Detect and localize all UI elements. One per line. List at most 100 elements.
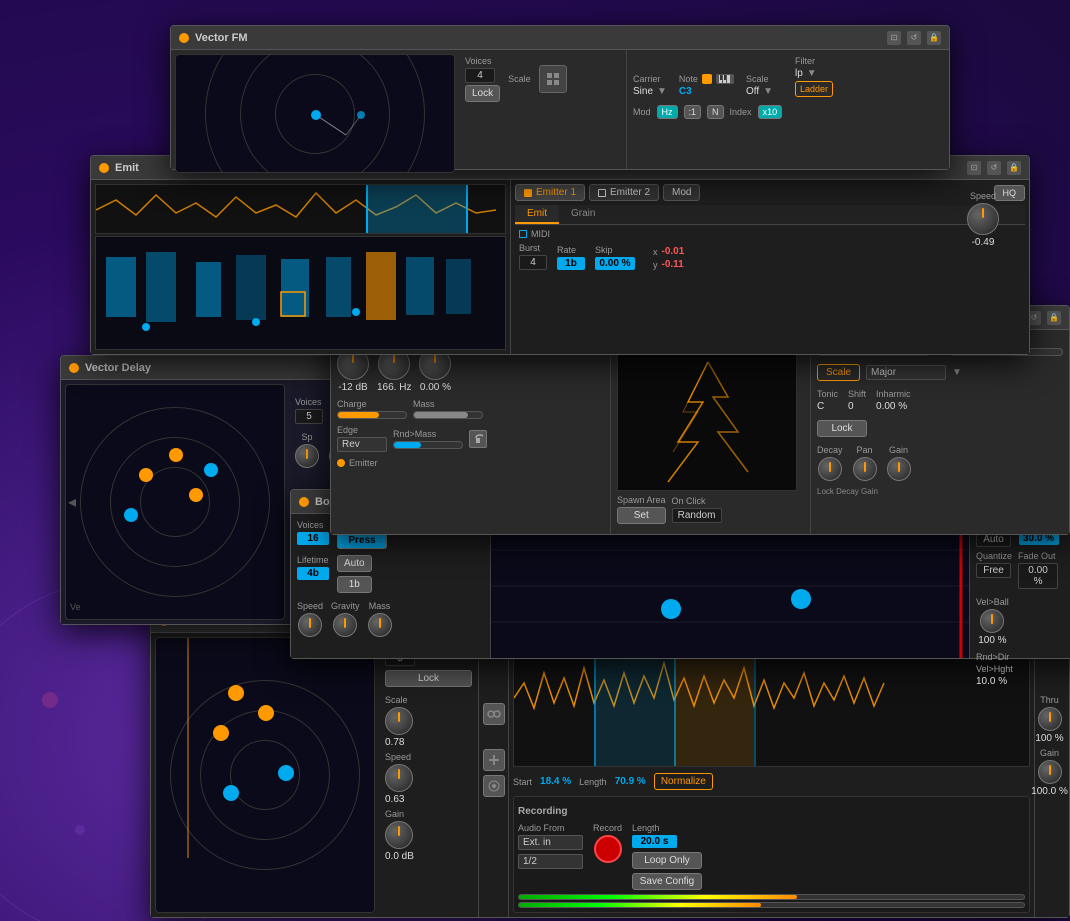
hz-button[interactable]: Hz [657,105,678,119]
length-rec-label: Length [632,823,702,833]
vector-fm-dot [179,33,189,43]
record-button[interactable] [594,835,622,863]
midi-checkbox[interactable] [519,230,527,238]
loop-only-button[interactable]: Loop Only [632,852,702,869]
vel-ball-knob[interactable] [980,609,1004,633]
gravity-knob[interactable] [333,613,357,637]
plus-icon-btn[interactable] [483,749,505,771]
skip-value[interactable]: 0.00 % [595,257,635,270]
edge-dropdown[interactable]: Rev [337,437,387,452]
vector-fm-btn1[interactable]: ⊡ [887,31,901,45]
x1-button[interactable]: :1 [684,105,702,119]
link-icon-btn[interactable] [483,703,505,725]
auto-button[interactable]: Auto [337,555,372,572]
rnd-dir-label: Rnd>Dir [976,652,1070,662]
speed-bn-knob[interactable] [298,613,322,637]
grain-scale-value: 0.78 [385,737,472,748]
gain-bn-label: Gain [1040,748,1059,758]
x10-button[interactable]: x10 [758,105,783,119]
mass-bn-knob[interactable] [368,613,392,637]
voices-bn-value[interactable]: 16 [297,532,329,545]
rate-value[interactable]: 1b [557,257,585,270]
audio-from-label: Audio From [518,823,583,833]
vel-hght-value: 10.0 % [976,676,1070,687]
delay-speed-knob[interactable] [295,444,319,468]
quantize-value[interactable]: Free [976,563,1011,578]
emit-grain-tabbar: Emit Grain [515,205,1025,225]
emit-speed-knob[interactable] [967,203,999,235]
charge-slider[interactable] [337,411,407,419]
n-button[interactable]: N [707,105,724,119]
voices-value[interactable]: 4 [465,68,495,83]
scale-button[interactable]: Scale [817,364,860,381]
note-icon [702,74,712,84]
emit-dot [99,163,109,173]
vector-fm-btn2[interactable]: ↺ [907,31,921,45]
quantize-label: Quantize [976,551,1012,561]
lifetime-value[interactable]: 4b [297,567,329,580]
grain-scale-knob[interactable] [385,707,413,735]
ladder-button[interactable]: Ladder [795,81,833,97]
emit-btn2[interactable]: ↺ [987,161,1001,175]
gain-bn-value: 100.0 % [1031,786,1068,797]
note-value[interactable]: C3 [679,86,734,97]
tree-tone-btn3[interactable]: 🔒 [1047,311,1061,325]
gain-label-tt: Gain [889,445,908,455]
gravity-label: Gravity [331,601,360,611]
emit-mod-tab[interactable]: Mod [663,184,700,201]
emit-speed-value: -0.49 [972,237,995,248]
pan-knob[interactable] [853,457,877,481]
delay-speed-label: Sp [301,432,312,442]
start-length-bar: Start 18.4 % Length 70.9 % Normalize [513,771,1030,792]
thru-knob[interactable] [1038,707,1062,731]
inharmonic-label: Inharmic [876,389,911,399]
emit-btn1[interactable]: ⊡ [967,161,981,175]
grain-speed-knob[interactable] [385,764,413,792]
level-meters [518,894,1025,908]
tree-tone-lock-button[interactable]: Lock [817,420,867,437]
inharmonic-value: 0.00 % [876,401,911,412]
emit-tab[interactable]: Emit [515,205,559,224]
recording-section: Recording Audio From Ext. in 1/2 Record … [513,796,1030,913]
normalize-button[interactable]: Normalize [654,773,713,790]
on-click-value[interactable]: Random [672,508,722,523]
record-label: Record [593,823,622,833]
lock-decay-gain-label: Lock Decay Gain [817,487,878,496]
burst-label: Burst [519,243,547,253]
grain-gain-knob[interactable] [385,821,413,849]
noise-value: -12 dB [338,382,367,393]
lifetime-label: Lifetime [297,555,329,565]
carrier-type: Sine [633,86,653,97]
thru-label: Thru [1040,695,1059,705]
length-value: 70.9 % [615,776,646,787]
emitter1-tab[interactable]: Emitter 1 [515,184,585,201]
grain-tab[interactable]: Grain [559,205,607,224]
tonic-label: Tonic [817,389,838,399]
orbit-icon-btn[interactable] [483,775,505,797]
grid-icon[interactable] [539,65,567,93]
grain-lock-button[interactable]: Lock [385,670,472,687]
rnd-mass-lock-icon[interactable] [469,430,487,448]
audio-from-2-dropdown[interactable]: 1/2 [518,854,583,869]
delay-voices-value[interactable]: 5 [295,409,323,424]
rnd-mass-slider[interactable] [393,441,463,449]
mass-slider[interactable] [413,411,483,419]
vector-fm-btn3[interactable]: 🔒 [927,31,941,45]
emitter2-tab[interactable]: Emitter 2 [589,184,659,201]
save-config-button[interactable]: Save Config [632,873,702,890]
burst-value[interactable]: 4 [519,255,547,270]
scale-major-dropdown[interactable]: Major [866,365,946,380]
spawn-set-button[interactable]: Set [617,507,666,524]
scale-fm-label: Scale [746,74,773,84]
auto-1b-button[interactable]: 1b [337,576,372,593]
gain-bn-knob[interactable] [1038,760,1062,784]
on-click-label: On Click [672,496,722,506]
fade-out-value[interactable]: 0.00 % [1018,563,1058,589]
emit-btn3[interactable]: 🔒 [1007,161,1021,175]
lock-button[interactable]: Lock [465,85,500,102]
length-rec-value[interactable]: 20.0 s [632,835,677,848]
carrier-label: Carrier [633,74,667,84]
gain-knob-tt[interactable] [887,457,911,481]
audio-from-dropdown[interactable]: Ext. in [518,835,583,850]
decay-knob[interactable] [818,457,842,481]
